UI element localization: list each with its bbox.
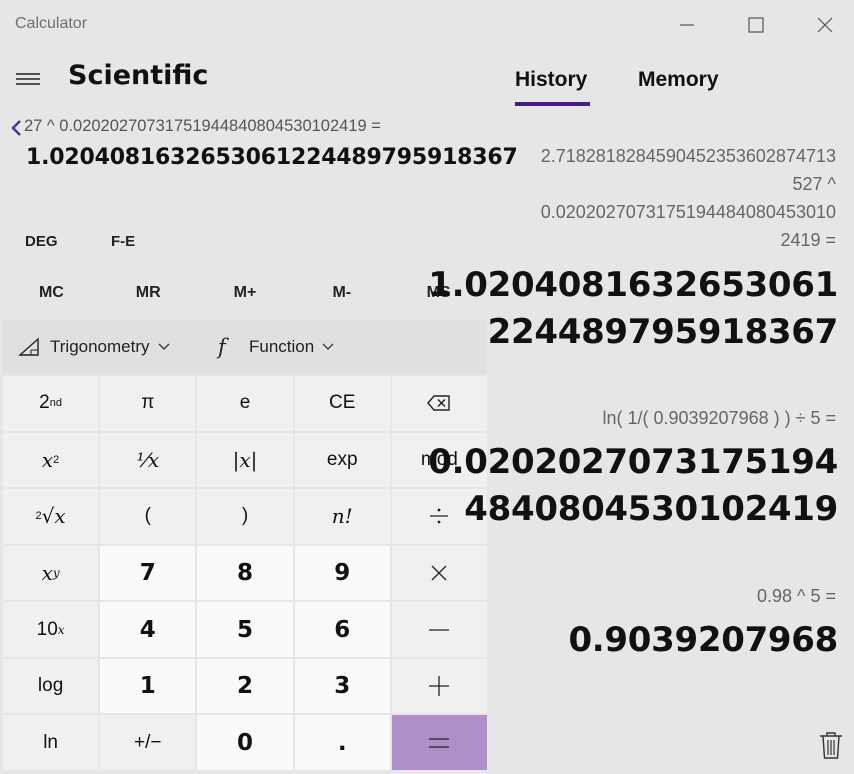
digit-6-button[interactable]: 6 [294,602,390,657]
minimize-button[interactable] [664,0,710,50]
expression-display: 27 ^ 0.0202027073175194484080453010241​9… [24,117,381,135]
exp-button[interactable]: exp [294,432,390,488]
decimal-button[interactable]: . [294,715,390,770]
digit-8-button[interactable]: 8 [197,545,293,601]
keypad: 2nd π e CE x2 ⅟x |x| exp mod 2 √x ( ) n! … [3,376,487,770]
memory-add-button[interactable]: M+ [197,275,294,311]
maximize-icon [748,17,764,33]
multiply-icon [431,565,447,581]
fe-button[interactable]: F-E [111,228,135,254]
equals-button[interactable] [391,715,487,770]
power-button[interactable]: xy [3,545,99,601]
history-result: 0.9039207968 [568,620,838,660]
result-display: 1.0204081632653061224489795918367 [26,145,518,170]
digit-1-button[interactable]: 1 [100,658,196,714]
ten-power-button[interactable]: 10 x [3,602,99,657]
digit-3-button[interactable]: 3 [294,658,390,714]
trash-icon[interactable] [818,730,844,760]
digit-0-button[interactable]: 0 [197,715,293,770]
function-dropdown[interactable]: f Function [215,320,334,374]
history-result: 0.0202027073175194 4840804530102419 [428,442,838,529]
close-icon [817,17,833,33]
history-expression: 0.98 ^ 5 = [756,586,836,606]
close-button[interactable] [802,0,848,50]
negate-button[interactable]: +/− [100,715,196,770]
digit-9-button[interactable]: 9 [294,545,390,601]
memory-recall-button[interactable]: MR [100,275,197,311]
memory-clear-button[interactable]: MC [3,275,100,311]
svg-text:f: f [216,335,229,359]
minus-icon [429,628,450,631]
function-label: Function [249,337,315,356]
square-root-button[interactable]: 2 √x [3,489,99,544]
multiply-button[interactable] [391,545,487,601]
digit-4-button[interactable]: 4 [100,602,196,657]
second-function-button[interactable]: 2nd [3,376,99,431]
memory-subtract-button[interactable]: M- [293,275,390,311]
function-toolbar: Trigonometry f Function [3,320,487,374]
history-result: 1.0204081632653061 224489795918367 [428,265,838,352]
digit-7-button[interactable]: 7 [100,545,196,601]
history-expression: 2.7182818284590452353602874713 527 ^ 0.0… [540,146,836,250]
active-tab-indicator [515,102,590,106]
function-icon: f [216,335,229,359]
add-button[interactable] [391,658,487,714]
reciprocal-button[interactable]: ⅟x [100,432,196,488]
maximize-button[interactable] [733,0,779,50]
digit-5-button[interactable]: 5 [197,602,293,657]
chevron-down-icon [158,343,169,350]
backspace-button[interactable] [391,376,487,431]
hamburger-menu-icon[interactable] [16,70,40,88]
square-button[interactable]: x2 [3,432,99,488]
clear-entry-button[interactable]: CE [294,376,390,431]
backspace-icon [427,395,451,411]
title-bar: Calculator [0,0,854,50]
pi-button[interactable]: π [100,376,196,431]
plus-icon [429,676,450,697]
euler-button[interactable]: e [197,376,293,431]
angle-mode-button[interactable]: DEG [25,228,58,254]
natural-log-button[interactable]: ln [3,715,99,770]
equals-icon [429,738,450,748]
chevron-left-icon[interactable] [9,118,23,138]
window-title: Calculator [15,15,88,32]
trigonometry-label: Trigonometry [50,337,150,356]
factorial-button[interactable]: n! [294,489,390,544]
trigonometry-dropdown[interactable]: Trigonometry [18,320,170,374]
history-expression: ln( 1/( 0.9039207968 ) ) ÷ 5 = [602,408,836,428]
triangle-ruler-icon [18,337,39,356]
mode-title: Scientific [68,60,209,91]
log-button[interactable]: log [3,658,99,714]
minimize-icon [680,24,694,26]
open-paren-button[interactable]: ( [100,489,196,544]
subtract-button[interactable] [391,602,487,657]
close-paren-button[interactable]: ) [197,489,293,544]
absolute-value-button[interactable]: |x| [197,432,293,488]
digit-2-button[interactable]: 2 [197,658,293,714]
memory-row: MC MR M+ M- MS [3,275,487,311]
tab-memory[interactable]: Memory [638,68,719,92]
chevron-down-icon [322,343,334,350]
tab-history[interactable]: History [515,68,587,92]
